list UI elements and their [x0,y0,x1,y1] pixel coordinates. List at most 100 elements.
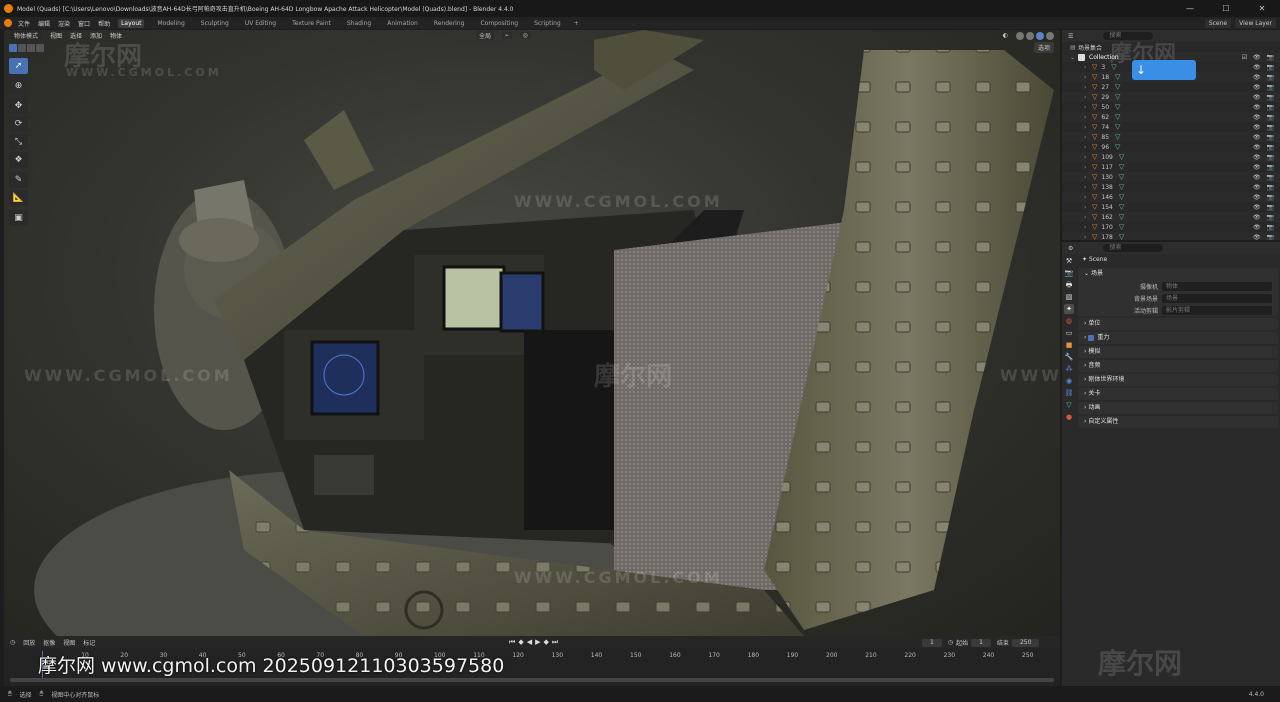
visibility-icons[interactable]: 👁 📷 [1253,154,1276,161]
outliner-editor-type-icon[interactable]: ☰ [1068,33,1073,40]
visibility-icons[interactable]: 👁 📷 [1253,94,1276,101]
outliner-object-row[interactable]: › ▽ 50 ▽ 👁 📷 [1062,102,1280,112]
collection-tab-icon[interactable]: ▭ [1064,328,1074,338]
expand-arrow-icon[interactable]: › [1084,104,1092,111]
outliner-object-row[interactable]: › ▽ 96 ▽ 👁 📷 [1062,142,1280,152]
outliner-object-row[interactable]: › ▽ 154 ▽ 👁 📷 [1062,202,1280,212]
constraints-tab-icon[interactable]: ⛓ [1064,388,1074,398]
visibility-icons[interactable]: 👁 📷 [1253,134,1276,141]
visibility-icons[interactable]: 👁 📷 [1253,74,1276,81]
panel-header[interactable]: › 关卡 [1078,388,1278,400]
visibility-icons[interactable]: ☑ 👁 📷 [1242,54,1276,61]
object-mode-dropdown[interactable]: 物体模式 [10,31,43,40]
outliner-object-row[interactable]: › ▽ 62 ▽ 👁 📷 [1062,112,1280,122]
visibility-icons[interactable]: 👁 📷 [1253,214,1276,221]
viewport-menu-add[interactable]: 添加 [90,31,102,40]
select-new-icon[interactable] [9,44,17,52]
modifier-tab-icon[interactable]: 🔧 [1064,352,1074,362]
output-tab-icon[interactable]: 🖶 [1064,280,1074,290]
properties-editor-type-icon[interactable]: ⚙ [1068,245,1073,252]
outliner-object-row[interactable]: › ▽ 74 ▽ 👁 📷 [1062,122,1280,132]
transform-orientation-dropdown[interactable]: 全局 [476,31,495,40]
visibility-icons[interactable]: 👁 📷 [1253,164,1276,171]
expand-arrow-icon[interactable]: › [1084,204,1092,211]
visibility-icons[interactable]: 👁 📷 [1253,184,1276,191]
move-tool-icon[interactable]: ✥ [9,98,28,114]
minimize-button[interactable]: — [1172,0,1208,17]
menu-render[interactable]: 渲染 [58,19,70,28]
scene-selector[interactable]: Scene [1204,18,1232,28]
visibility-icons[interactable]: 👁 📷 [1253,104,1276,111]
menu-edit[interactable]: 编辑 [38,19,50,28]
visibility-icons[interactable]: 👁 📷 [1253,194,1276,201]
visibility-icons[interactable]: 👁 📷 [1253,174,1276,181]
collapsed-panel[interactable]: › 重力 [1078,332,1278,344]
expand-arrow-icon[interactable]: › [1084,74,1092,81]
physics-tab-icon[interactable]: ◉ [1064,376,1074,386]
workspace-tab-animation[interactable]: Animation [384,19,421,28]
visibility-icons[interactable]: 👁 📷 [1253,84,1276,91]
workspace-tab-uv-editing[interactable]: UV Editing [242,19,279,28]
expand-arrow-icon[interactable]: › [1084,64,1092,71]
expand-arrow-icon[interactable]: › [1084,194,1092,201]
panel-header[interactable]: › 音频 [1078,360,1278,372]
outliner-object-row[interactable]: › ▽ 178 ▽ 👁 📷 [1062,232,1280,240]
scale-tool-icon[interactable]: ⤡ [9,134,28,150]
expand-arrow-icon[interactable]: ⌄ [1070,54,1078,61]
measure-tool-icon[interactable]: 📐 [9,190,28,206]
expand-arrow-icon[interactable]: › [1084,174,1092,181]
expand-arrow-icon[interactable]: › [1084,154,1092,161]
next-keyframe-icon[interactable]: ◆ [543,638,548,647]
select-invert-icon[interactable] [36,44,44,52]
menu-window[interactable]: 窗口 [78,19,90,28]
workspace-tab-texture-paint[interactable]: Texture Paint [289,19,334,28]
add-cube-tool-icon[interactable]: ▣ [9,210,28,226]
collapsed-panel[interactable]: › 刚体世界环境 [1078,374,1278,386]
select-subtract-icon[interactable] [27,44,35,52]
timeline-editor-type-icon[interactable]: ◷ [10,639,15,646]
outliner-object-row[interactable]: › ▽ 170 ▽ 👁 📷 [1062,222,1280,232]
viewport-options-button[interactable]: 选项 [1033,42,1054,53]
expand-arrow-icon[interactable]: › [1084,94,1092,101]
visibility-icons[interactable]: 👁 📷 [1253,124,1276,131]
material-shading-icon[interactable] [1036,31,1044,40]
annotate-tool-icon[interactable]: ✎ [9,172,28,188]
particles-tab-icon[interactable]: ⁂ [1064,364,1074,374]
object-tab-icon[interactable]: ■ [1064,340,1074,350]
collapsed-panel[interactable]: › 单位 [1078,318,1278,330]
timeline-scrollbar[interactable] [10,678,1054,682]
outliner-object-row[interactable]: › ▽ 162 ▽ 👁 📷 [1062,212,1280,222]
background-scene-field[interactable]: 场景 [1162,293,1272,303]
snap-icon[interactable]: ⌁ [502,32,512,39]
visibility-icons[interactable]: 👁 📷 [1253,114,1276,121]
select-extend-icon[interactable] [18,44,26,52]
viewport-menu-view[interactable]: 视图 [50,31,62,40]
workspace-tab-layout[interactable]: Layout [118,18,145,28]
outliner-object-row[interactable]: › ▽ 109 ▽ 👁 📷 [1062,152,1280,162]
collapsed-panel[interactable]: › 动画 [1078,402,1278,414]
workspace-tab-modeling[interactable]: Modeling [154,19,187,28]
expand-arrow-icon[interactable]: › [1084,144,1092,151]
expand-arrow-icon[interactable]: › [1084,224,1092,231]
expand-arrow-icon[interactable]: › [1084,84,1092,91]
expand-arrow-icon[interactable]: › [1084,164,1092,171]
camera-field[interactable]: 物体 [1162,281,1272,291]
timeline-menu-marker[interactable]: 标记 [83,638,95,647]
active-clip-field[interactable]: 影片剪辑 [1162,305,1272,315]
3d-viewport[interactable]: 物体模式 视图 选择 添加 物体 全局 ⌁ ◎ ◐ 选项 ➚ ⊕ ✥ ⟳ ⤡ ❖… [4,30,1060,636]
render-tab-icon[interactable]: 📷 [1064,268,1074,278]
properties-search-input[interactable]: 搜索 [1103,244,1164,252]
collapsed-panel[interactable]: › 模拟 [1078,346,1278,358]
panel-header[interactable]: › 动画 [1078,402,1278,414]
expand-arrow-icon[interactable]: › [1084,124,1092,131]
menu-file[interactable]: 文件 [18,19,30,28]
select-box-tool-icon[interactable]: ➚ [9,58,28,74]
panel-header[interactable]: › 自定义属性 [1078,416,1278,428]
close-button[interactable]: ✕ [1244,0,1280,17]
rendered-shading-icon[interactable] [1046,31,1054,40]
outliner-object-row[interactable]: › ▽ 146 ▽ 👁 📷 [1062,192,1280,202]
outliner-object-row[interactable]: › ▽ 27 ▽ 👁 📷 [1062,82,1280,92]
expand-arrow-icon[interactable]: › [1084,114,1092,121]
workspace-tab-sculpting[interactable]: Sculpting [198,19,232,28]
outliner-object-row[interactable]: › ▽ 117 ▽ 👁 📷 [1062,162,1280,172]
